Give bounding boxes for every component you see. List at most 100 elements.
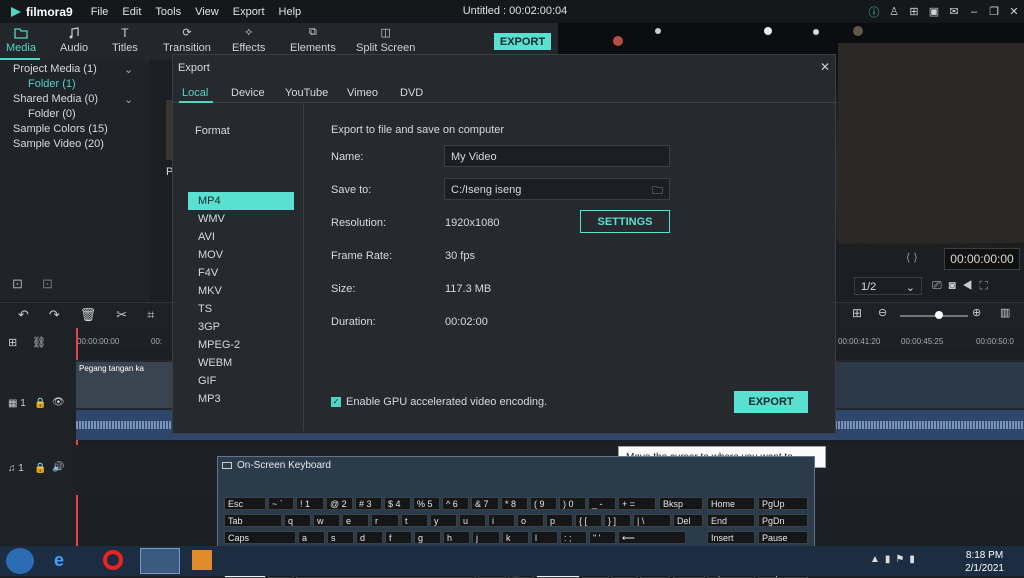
key-p[interactable]: p bbox=[546, 514, 573, 527]
format-f4v[interactable]: F4V bbox=[198, 267, 218, 279]
key-del[interactable]: Del bbox=[673, 514, 703, 527]
save-path-field[interactable]: C:/Iseng iseng 🗀 bbox=[444, 178, 670, 200]
format-mov[interactable]: MOV bbox=[198, 249, 223, 261]
video-clip[interactable] bbox=[836, 362, 1024, 408]
tab-transition[interactable]: ⟳ Transition bbox=[163, 26, 211, 54]
restore-icon[interactable]: ❐ bbox=[984, 5, 1004, 18]
gpu-checkbox[interactable]: ✓ bbox=[331, 397, 341, 407]
new-folder-icon[interactable]: ⊡ bbox=[12, 276, 23, 292]
key-i[interactable]: i bbox=[488, 514, 515, 527]
library-folder-1[interactable]: Folder (1) bbox=[28, 78, 76, 90]
key-h[interactable]: h bbox=[443, 531, 470, 544]
library-project-media[interactable]: Project Media (1) bbox=[13, 63, 97, 75]
key-e[interactable]: e bbox=[342, 514, 369, 527]
folder-icon[interactable]: ⊡ bbox=[42, 276, 53, 292]
tray-icons[interactable]: ▲▮⚑▮ bbox=[870, 554, 920, 565]
zoom-slider-handle[interactable] bbox=[935, 311, 943, 319]
menu-help[interactable]: Help bbox=[279, 6, 302, 18]
key-d[interactable]: d bbox=[356, 531, 383, 544]
key-f[interactable]: f bbox=[385, 531, 412, 544]
format-mpeg2[interactable]: MPEG-2 bbox=[198, 339, 240, 351]
library-shared-media[interactable]: Shared Media (0) bbox=[13, 93, 98, 105]
eye-icon[interactable]: 👁 bbox=[52, 397, 65, 408]
format-mkv[interactable]: MKV bbox=[198, 285, 222, 297]
key-k[interactable]: k bbox=[502, 531, 529, 544]
key--8[interactable]: * 8 bbox=[501, 497, 528, 510]
panel-icon[interactable]: ▥ bbox=[1000, 306, 1010, 319]
tab-youtube[interactable]: YouTube bbox=[285, 87, 328, 99]
key--[interactable]: ~ ` bbox=[268, 497, 294, 510]
tab-split-screen[interactable]: ◫ Split Screen bbox=[356, 26, 415, 54]
key-caps[interactable]: Caps bbox=[224, 531, 296, 544]
key--[interactable]: { [ bbox=[575, 514, 602, 527]
minimize-icon[interactable]: – bbox=[964, 6, 984, 18]
format-wmv[interactable]: WMV bbox=[198, 213, 225, 225]
key--2[interactable]: @ 2 bbox=[326, 497, 353, 510]
close-icon[interactable]: ✕ bbox=[820, 60, 830, 74]
key-o[interactable]: o bbox=[517, 514, 544, 527]
library-sample-video[interactable]: Sample Video (20) bbox=[13, 138, 104, 150]
tab-titles[interactable]: T Titles bbox=[112, 26, 138, 54]
key-esc[interactable]: Esc bbox=[224, 497, 266, 510]
key-insert[interactable]: Insert bbox=[707, 531, 755, 544]
tab-media[interactable]: Media bbox=[6, 26, 36, 54]
speaker-icon[interactable]: 🔊 bbox=[52, 462, 64, 473]
tab-effects[interactable]: ✧ Effects bbox=[232, 26, 265, 54]
lock-icon[interactable]: 🔒 bbox=[34, 463, 46, 474]
info-icon[interactable]: ⓘ bbox=[864, 4, 884, 20]
format-ts[interactable]: TS bbox=[198, 303, 212, 315]
key-y[interactable]: y bbox=[430, 514, 457, 527]
menu-tools[interactable]: Tools bbox=[155, 6, 181, 18]
prev-frame-icon[interactable]: ⟨ ⟩ bbox=[906, 251, 918, 264]
key--[interactable]: } ] bbox=[604, 514, 631, 527]
key-l[interactable]: l bbox=[531, 531, 558, 544]
key--[interactable]: : ; bbox=[560, 531, 587, 544]
video-clip[interactable]: Pegang tangan ka bbox=[76, 362, 172, 408]
library-sample-colors[interactable]: Sample Colors (15) bbox=[13, 123, 108, 135]
gpu-option[interactable]: ✓ Enable GPU accelerated video encoding. bbox=[331, 396, 547, 408]
name-field[interactable]: My Video bbox=[444, 145, 670, 167]
key--[interactable]: ⟵ bbox=[618, 531, 686, 544]
chevron-down-icon[interactable]: ⌄ bbox=[124, 63, 133, 76]
export-top-button[interactable]: EXPORT bbox=[494, 33, 551, 50]
key--[interactable]: + = bbox=[618, 497, 656, 510]
menu-view[interactable]: View bbox=[195, 6, 219, 18]
gift-icon[interactable]: ⊞ bbox=[904, 5, 924, 18]
key-bksp[interactable]: Bksp bbox=[659, 497, 703, 510]
fit-icon[interactable]: ⊞ bbox=[852, 306, 862, 320]
folder-icon[interactable]: 🗀 bbox=[652, 182, 663, 201]
settings-button[interactable]: SETTINGS bbox=[580, 210, 670, 233]
key--4[interactable]: $ 4 bbox=[384, 497, 411, 510]
key-q[interactable]: q bbox=[284, 514, 311, 527]
key-t[interactable]: t bbox=[401, 514, 428, 527]
format-mp4[interactable]: MP4 bbox=[198, 195, 221, 207]
tab-vimeo[interactable]: Vimeo bbox=[347, 87, 378, 99]
tab-local[interactable]: Local bbox=[182, 87, 208, 99]
opera-icon[interactable] bbox=[103, 550, 123, 570]
format-mp3[interactable]: MP3 bbox=[198, 393, 221, 405]
key-tab[interactable]: Tab bbox=[224, 514, 282, 527]
menu-export[interactable]: Export bbox=[233, 6, 265, 18]
close-icon[interactable]: ✕ bbox=[1004, 5, 1024, 18]
explorer-icon[interactable] bbox=[140, 548, 180, 574]
clock[interactable]: 8:18 PM 2/1/2021 bbox=[965, 549, 1004, 575]
zoom-slider[interactable] bbox=[900, 315, 968, 317]
link-icon[interactable]: ⛓ bbox=[32, 336, 46, 349]
key-pgdn[interactable]: PgDn bbox=[758, 514, 808, 527]
format-avi[interactable]: AVI bbox=[198, 231, 215, 243]
quality-select[interactable]: 1/2 ⌄ bbox=[854, 277, 922, 295]
key--[interactable]: | \ bbox=[633, 514, 671, 527]
mail-icon[interactable]: ✉ bbox=[944, 5, 964, 18]
key-g[interactable]: g bbox=[414, 531, 441, 544]
key--6[interactable]: ^ 6 bbox=[442, 497, 469, 510]
format-webm[interactable]: WEBM bbox=[198, 357, 232, 369]
start-button[interactable] bbox=[6, 548, 34, 574]
key--3[interactable]: # 3 bbox=[355, 497, 382, 510]
key-j[interactable]: j bbox=[472, 531, 500, 544]
key-s[interactable]: s bbox=[327, 531, 354, 544]
zoom-out-icon[interactable]: ⊖ bbox=[878, 306, 887, 319]
key--[interactable]: _ - bbox=[588, 497, 616, 510]
account-icon[interactable]: ♙ bbox=[884, 5, 904, 18]
key--1[interactable]: ! 1 bbox=[296, 497, 324, 510]
save-icon[interactable]: ▣ bbox=[924, 5, 944, 18]
